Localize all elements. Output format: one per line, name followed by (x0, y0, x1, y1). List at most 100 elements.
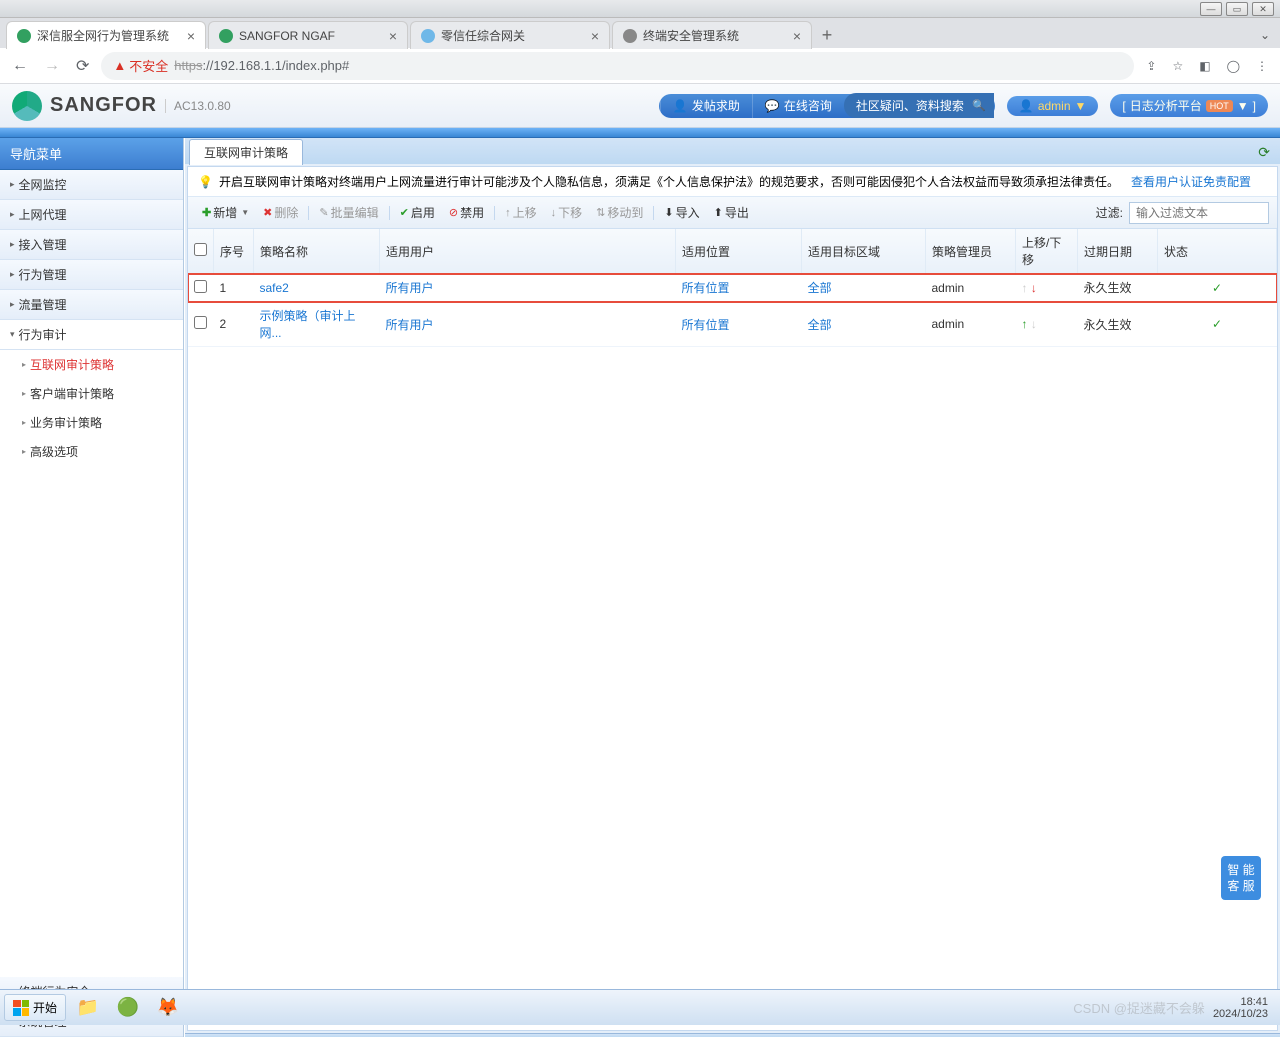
table-row[interactable]: 1 safe2 所有用户 所有位置 全部 admin ↑ ↓ 永久生效 ✓ (188, 274, 1277, 302)
move-up-button[interactable]: ↑上移 (499, 201, 543, 224)
user-link[interactable]: 所有用户 (386, 318, 434, 332)
arrow-down-icon[interactable]: ↓ (1031, 281, 1037, 295)
share-icon[interactable]: ⇪ (1142, 55, 1160, 77)
select-all-checkbox[interactable] (194, 243, 207, 256)
tab-favicon (623, 29, 637, 43)
col-name[interactable]: 策略名称 (254, 229, 380, 274)
tab-overflow-button[interactable]: ⌄ (1250, 28, 1280, 42)
sidebar-item-audit[interactable]: ▾行为审计 (0, 320, 183, 350)
cell-admin: admin (926, 302, 1016, 347)
col-user[interactable]: 适用用户 (380, 229, 676, 274)
close-icon[interactable]: × (591, 28, 599, 44)
col-admin[interactable]: 策略管理员 (926, 229, 1016, 274)
minimize-button[interactable]: — (1200, 2, 1222, 16)
chevron-down-icon: ▼ (1237, 99, 1249, 113)
col-index[interactable]: 序号 (214, 229, 254, 274)
maximize-button[interactable]: ▭ (1226, 2, 1248, 16)
import-button[interactable]: ⬇导入 (658, 201, 705, 224)
col-status[interactable]: 状态 (1158, 229, 1277, 274)
firefox-icon[interactable]: 🦊 (150, 994, 186, 1022)
location-link[interactable]: 所有位置 (682, 281, 730, 295)
col-location[interactable]: 适用位置 (676, 229, 802, 274)
sidebar-item-proxy[interactable]: ▸上网代理 (0, 200, 183, 230)
sidebar-item-behavior[interactable]: ▸行为管理 (0, 260, 183, 290)
sidebar-item-access[interactable]: ▸接入管理 (0, 230, 183, 260)
smart-service-button[interactable]: 智 能 客 服 (1221, 856, 1261, 900)
col-expire[interactable]: 过期日期 (1078, 229, 1158, 274)
reload-button[interactable]: ⟳ (72, 52, 93, 80)
address-bar: ← → ⟳ ▲ 不安全 https://192.168.1.1/index.ph… (0, 48, 1280, 84)
profile-icon[interactable]: ◯ (1223, 55, 1244, 77)
bullet-icon: ▸ (22, 418, 26, 427)
extensions-icon[interactable]: ◧ (1195, 55, 1214, 77)
sidebar-sub-client-audit[interactable]: ▸客户端审计策略 (0, 379, 183, 408)
row-checkbox[interactable] (194, 280, 207, 293)
tab-internet-audit[interactable]: 互联网审计策略 (189, 139, 303, 165)
sidebar-item-netmonitor[interactable]: ▸全网监控 (0, 170, 183, 200)
arrow-down-icon: ↓ (551, 207, 557, 219)
browser-tab-3[interactable]: 终端安全管理系统 × (612, 21, 812, 49)
move-to-button[interactable]: ⇅移动到 (590, 201, 649, 224)
policy-name-link[interactable]: 示例策略（审计上网... (260, 309, 356, 340)
new-tab-button[interactable]: + (814, 22, 840, 48)
bookmark-icon[interactable]: ☆ (1168, 55, 1187, 77)
windows-logo-icon (13, 1000, 29, 1016)
help-button[interactable]: 👤 发帖求助 (660, 93, 752, 118)
url-input[interactable]: ▲ 不安全 https://192.168.1.1/index.php# (101, 52, 1134, 80)
move-down-button[interactable]: ↓下移 (545, 201, 589, 224)
export-button[interactable]: ⬆导出 (708, 201, 755, 224)
col-area[interactable]: 适用目标区域 (802, 229, 926, 274)
close-icon[interactable]: × (389, 28, 397, 44)
disable-button[interactable]: ⊘禁用 (443, 201, 490, 224)
chevron-down-icon: ▼ (1075, 99, 1087, 113)
policy-name-link[interactable]: safe2 (260, 281, 289, 295)
explorer-icon[interactable]: 📁 (70, 994, 106, 1022)
arrow-up-icon[interactable]: ↑ (1022, 281, 1028, 295)
area-link[interactable]: 全部 (808, 318, 832, 332)
filter-input[interactable] (1129, 202, 1269, 224)
add-button[interactable]: ✚新增▼ (196, 201, 255, 224)
toolbar: ✚新增▼ ✖删除 ✎批量编辑 ✔启用 ⊘禁用 ↑上移 ↓下移 ⇅移动到 ⬇导入 … (188, 197, 1277, 229)
chat-button[interactable]: 💬 在线咨询 (752, 93, 844, 118)
notice-bar: 💡 开启互联网审计策略对终端用户上网流量进行审计可能涉及个人隐私信息，须满足《个… (188, 167, 1277, 197)
row-checkbox[interactable] (194, 316, 207, 329)
location-link[interactable]: 所有位置 (682, 318, 730, 332)
batch-edit-button[interactable]: ✎批量编辑 (313, 201, 384, 224)
start-button[interactable]: 开始 (4, 994, 66, 1021)
community-search[interactable]: 社区疑问、资料搜索 (844, 93, 994, 118)
chevron-right-icon: ▸ (10, 269, 15, 280)
delete-button[interactable]: ✖删除 (257, 201, 304, 224)
clock[interactable]: 18:41 2024/10/23 (1213, 996, 1268, 1020)
log-platform-dropdown[interactable]: [ 日志分析平台 HOT ▼ ] (1110, 94, 1268, 117)
separator (389, 206, 390, 220)
back-button[interactable]: ← (8, 53, 32, 79)
area-link[interactable]: 全部 (808, 281, 832, 295)
menu-icon[interactable]: ⋮ (1252, 55, 1272, 77)
sidebar-item-traffic[interactable]: ▸流量管理 (0, 290, 183, 320)
enable-button[interactable]: ✔启用 (394, 201, 441, 224)
close-icon[interactable]: × (187, 28, 195, 44)
chrome-icon[interactable]: 🟢 (110, 994, 146, 1022)
arrow-up-icon[interactable]: ↑ (1022, 317, 1028, 331)
browser-tab-0[interactable]: 深信服全网行为管理系统 × (6, 21, 206, 49)
table-row[interactable]: 2 示例策略（审计上网... 所有用户 所有位置 全部 admin ↑ ↓ 永久… (188, 302, 1277, 347)
close-icon[interactable]: × (793, 28, 801, 44)
col-move[interactable]: 上移/下移 (1016, 229, 1078, 274)
browser-tab-1[interactable]: SANGFOR NGAF × (208, 21, 408, 49)
tab-favicon (17, 29, 31, 43)
bullet-icon: ▸ (22, 360, 26, 369)
sidebar-sub-advanced[interactable]: ▸高级选项 (0, 437, 183, 466)
cell-expire: 永久生效 (1078, 274, 1158, 302)
arrow-up-icon: ↑ (505, 207, 511, 219)
notice-link[interactable]: 查看用户认证免责配置 (1131, 173, 1251, 190)
user-dropdown[interactable]: 👤 admin ▼ (1007, 96, 1099, 116)
sidebar-sub-internet-audit[interactable]: ▸互联网审计策略 (0, 350, 183, 379)
browser-tab-2[interactable]: 零信任综合网关 × (410, 21, 610, 49)
arrow-down-icon[interactable]: ↓ (1031, 317, 1037, 331)
refresh-icon[interactable]: ⟳ (1252, 144, 1276, 161)
close-window-button[interactable]: ✕ (1252, 2, 1274, 16)
forward-button[interactable]: → (40, 53, 64, 79)
sidebar-sub-business-audit[interactable]: ▸业务审计策略 (0, 408, 183, 437)
user-icon: 👤 (1019, 99, 1034, 113)
user-link[interactable]: 所有用户 (386, 281, 434, 295)
